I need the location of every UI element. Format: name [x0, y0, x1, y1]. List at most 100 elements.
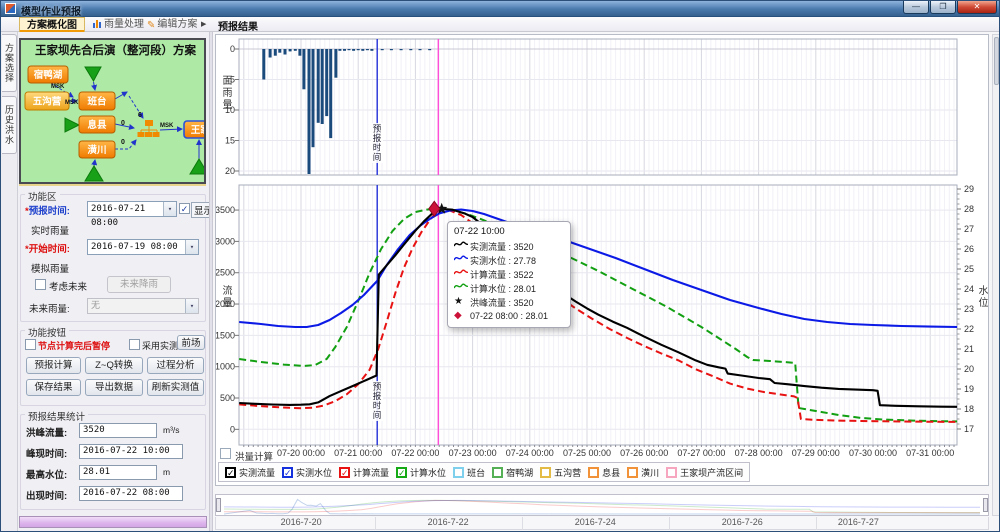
use-measured-checkbox[interactable] — [129, 339, 140, 350]
legend-item-班台[interactable]: 班台 — [453, 466, 485, 479]
vertical-scrollbar[interactable] — [992, 34, 1000, 516]
legend-item-王家坝产流区间[interactable]: 王家坝产流区间 — [666, 466, 743, 479]
peak-time-value[interactable]: 2016-07-22 10:00 — [79, 444, 183, 459]
legend-checkbox[interactable] — [453, 467, 464, 478]
star-icon: ★ — [454, 297, 470, 307]
tooltip-row: 计算流量 : 3522 — [454, 267, 564, 281]
svg-text:0: 0 — [121, 120, 125, 127]
navigator-separator — [375, 517, 376, 530]
max-level-unit: m — [163, 467, 170, 477]
sim-rain-label: 模拟雨量 — [31, 261, 69, 275]
forecast-time-select[interactable]: 2016-07-21 08:00 — [87, 201, 177, 217]
legend-checkbox[interactable]: ✓ — [282, 467, 293, 478]
occur-time-value[interactable]: 2016-07-22 08:00 — [79, 486, 183, 501]
app-window: 模型作业预报 — ❐ ✕ 方案概化图 雨量处理 ✎编辑方案 ▶ 预报结果 方案选… — [0, 0, 1000, 532]
tab-overflow-arrow-icon[interactable]: ▶ — [197, 17, 210, 32]
legend-item-五沟营[interactable]: 五沟营 — [540, 466, 581, 479]
realtime-rain-label: 实时雨量 — [31, 223, 69, 237]
curve-icon — [454, 268, 470, 280]
start-time-label: *开始时间: — [25, 241, 70, 255]
maximize-button[interactable]: ❐ — [930, 1, 956, 14]
legend-checkbox[interactable] — [627, 467, 638, 478]
forecast-compute-button[interactable]: 预报计算 — [26, 357, 81, 374]
junction-icon — [138, 132, 145, 137]
legend-checkbox[interactable]: ✓ — [225, 467, 236, 478]
legend-checkbox[interactable] — [540, 467, 551, 478]
future-rain-select[interactable]: 无 — [87, 298, 199, 314]
x-tick-label: 07-26 00:00 — [612, 448, 676, 458]
curve-icon — [454, 282, 470, 294]
start-time-select[interactable]: 2016-07-19 08:00 — [87, 239, 199, 255]
front-field-button[interactable]: 前场 — [177, 335, 205, 350]
legend-checkbox[interactable]: ✓ — [396, 467, 407, 478]
legend-item-宿鸭湖[interactable]: 宿鸭湖 — [492, 466, 533, 479]
future-rain-button[interactable]: 未来降雨 — [107, 276, 171, 293]
tab-rainfall-processing[interactable]: 雨量处理 — [89, 17, 148, 32]
consider-future-checkbox[interactable] — [35, 279, 46, 290]
flood-volume-checkbox[interactable] — [220, 448, 231, 459]
side-tab-historical-flood[interactable]: 历史洪水 — [2, 96, 17, 154]
window-title: 模型作业预报 — [21, 3, 81, 18]
side-tab-plan-select[interactable]: 方案选择 — [2, 34, 17, 92]
svg-text:MSK: MSK — [51, 84, 65, 90]
consider-future-label: 考虑未来 — [49, 279, 87, 293]
flow-triangle-icon — [190, 159, 206, 174]
svg-text:19: 19 — [964, 384, 974, 394]
svg-text:21: 21 — [964, 344, 974, 354]
future-rain-label: 未来雨量: — [29, 301, 70, 315]
save-result-button[interactable]: 保存结果 — [26, 379, 81, 396]
legend-checkbox[interactable]: ✓ — [339, 467, 350, 478]
tab-edit-scheme[interactable]: ✎编辑方案 — [143, 17, 201, 32]
process-analysis-button[interactable]: 过程分析 — [147, 357, 204, 374]
svg-text:王家坝: 王家坝 — [191, 124, 206, 136]
scheme-title: 王家坝先合后演（整河段）方案 — [21, 42, 206, 58]
navigator-left-handle[interactable] — [216, 498, 221, 512]
svg-text:1000: 1000 — [216, 362, 235, 372]
navigator-labels: 2016-7-202016-7-222016-7-242016-7-262016… — [215, 517, 989, 530]
svg-text:24: 24 — [964, 284, 974, 294]
svg-text:宿鸭湖: 宿鸭湖 — [34, 69, 63, 81]
refresh-measured-button[interactable]: 刷新实测值 — [147, 379, 204, 396]
svg-text:29: 29 — [964, 184, 974, 194]
forecast-stats-group: 预报结果统计 洪峰流量: 3520 m³/s 峰现时间: 2016-07-22 … — [20, 414, 206, 510]
legend-item-潢川[interactable]: 潢川 — [627, 466, 659, 479]
svg-text:0: 0 — [230, 424, 235, 434]
legend-checkbox[interactable] — [666, 467, 677, 478]
export-data-button[interactable]: 导出数据 — [85, 379, 143, 396]
tab-scheme-diagram[interactable]: 方案概化图 — [19, 17, 85, 32]
navigator-date-label: 2016-7-22 — [413, 517, 483, 527]
legend-checkbox[interactable] — [588, 467, 599, 478]
legend-item-计算水位[interactable]: ✓计算水位 — [396, 466, 446, 479]
svg-text:28: 28 — [964, 204, 974, 214]
legend-item-实测流量[interactable]: ✓实测流量 — [225, 466, 275, 479]
x-tick-label: 07-30 00:00 — [841, 448, 905, 458]
legend-checkbox[interactable] — [492, 467, 503, 478]
function-buttons-title: 功能按钮 — [25, 325, 69, 339]
show-checkbox[interactable] — [179, 203, 190, 214]
minimize-button[interactable]: — — [903, 1, 929, 14]
svg-text:20: 20 — [225, 166, 235, 176]
chart-tooltip: 07-22 10:00 实测流量 : 3520实测水位 : 27.78计算流量 … — [447, 221, 571, 328]
flood-volume-label: 洪量计算 — [235, 449, 273, 463]
scheme-diagram[interactable]: 宿鸭湖五沟营班台息县潢川王家坝MSKMSKMSK600 王家坝先合后演（整河段）… — [19, 38, 206, 184]
navigator-right-handle[interactable] — [983, 498, 988, 512]
x-axis-row: 洪量计算 07-20 00:0007-21 00:0007-22 00:0007… — [216, 446, 989, 462]
scheme-diagram-svg: 宿鸭湖五沟营班台息县潢川王家坝MSKMSKMSK600 — [21, 40, 206, 182]
pause-after-node-checkbox[interactable] — [25, 339, 36, 350]
max-level-value[interactable]: 28.01 — [79, 465, 157, 480]
svg-text:班台: 班台 — [87, 96, 107, 108]
x-tick-label: 07-31 00:00 — [898, 448, 962, 458]
svg-text:6: 6 — [138, 112, 142, 119]
peak-flow-value[interactable]: 3520 — [79, 423, 157, 438]
legend-item-实测水位[interactable]: ✓实测水位 — [282, 466, 332, 479]
forecast-chart-svg[interactable]: 0510152005001000150020002500300035001718… — [216, 35, 989, 447]
close-button[interactable]: ✕ — [957, 1, 997, 14]
peak-time-label: 峰现时间: — [26, 446, 67, 460]
legend-item-息县[interactable]: 息县 — [588, 466, 620, 479]
tooltip-row: 实测流量 : 3520 — [454, 239, 564, 253]
zq-convert-button[interactable]: Z~Q转换 — [85, 357, 143, 374]
pause-after-node-label: 节点计算完后暂停 — [38, 339, 110, 352]
time-range-navigator[interactable] — [215, 494, 989, 516]
scrollbar-thumb[interactable] — [994, 37, 999, 85]
legend-item-计算流量[interactable]: ✓计算流量 — [339, 466, 389, 479]
